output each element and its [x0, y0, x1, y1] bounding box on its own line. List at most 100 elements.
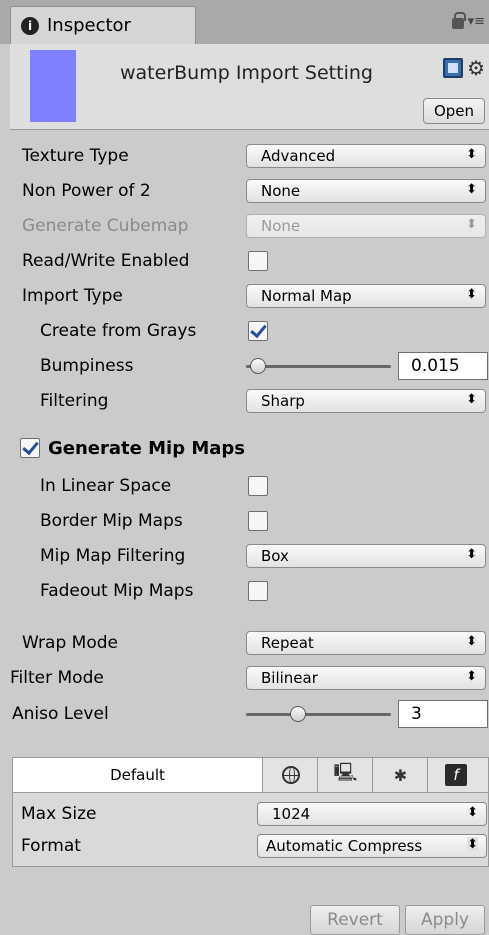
android-icon: ✱: [393, 765, 408, 785]
border-mip-maps-label: Border Mip Maps: [40, 511, 183, 531]
bumpiness-input[interactable]: 0.015: [398, 352, 488, 380]
row-filtering: Filtering Sharp ⬍: [10, 384, 489, 418]
platform-tab-bar: Default 🖳 ✱ f: [12, 757, 489, 793]
fadeout-mip-maps-label: Fadeout Mip Maps: [40, 581, 194, 601]
tab-default[interactable]: Default: [13, 758, 263, 792]
header-icons: ⚙: [443, 58, 485, 78]
max-size-dropdown[interactable]: 1024 ⬍: [257, 802, 487, 826]
wrap-mode-dropdown[interactable]: Repeat ⬍: [246, 631, 486, 655]
non-power-of-2-dropdown[interactable]: None ⬍: [246, 179, 486, 203]
create-from-grays-label: Create from Grays: [40, 321, 197, 341]
tab-controls: ▾≡: [451, 12, 485, 29]
row-read-write: Read/Write Enabled: [10, 244, 489, 278]
wrap-mode-value: Repeat: [261, 634, 314, 652]
tab-android[interactable]: ✱: [374, 758, 428, 792]
row-max-size: Max Size 1024 ⬍: [13, 797, 489, 831]
aniso-level-slider-knob[interactable]: [290, 706, 306, 722]
generate-cubemap-value: None: [261, 217, 301, 235]
inspector-tab-bar: i Inspector ▾≡: [0, 0, 489, 44]
aniso-level-slider[interactable]: [246, 713, 391, 716]
filter-mode-value: Bilinear: [261, 669, 318, 687]
asset-title: waterBump Import Setting: [120, 62, 373, 84]
row-format: Format Automatic Compress ⬍: [13, 829, 489, 863]
non-power-of-2-value: None: [261, 182, 301, 200]
row-filter-mode: Filter Mode Bilinear ⬍: [10, 661, 489, 695]
read-write-checkbox[interactable]: [248, 251, 268, 271]
dropdown-arrow-icon: ⬍: [466, 147, 477, 162]
dropdown-arrow-icon: ⬍: [466, 182, 477, 197]
import-type-value: Normal Map: [261, 287, 352, 305]
filtering-label: Filtering: [40, 391, 109, 411]
standalone-icon: 🖳: [333, 762, 358, 783]
bumpiness-label: Bumpiness: [40, 356, 134, 376]
inspector-tab[interactable]: i Inspector: [10, 6, 196, 44]
tab-standalone[interactable]: [264, 758, 318, 792]
help-book-icon[interactable]: [443, 58, 464, 78]
in-linear-space-label: In Linear Space: [40, 476, 172, 496]
filtering-dropdown[interactable]: Sharp ⬍: [246, 389, 486, 413]
texture-type-value: Advanced: [261, 147, 336, 165]
row-import-type: Import Type Normal Map ⬍: [10, 279, 489, 313]
mip-map-filtering-dropdown[interactable]: Box ⬍: [246, 544, 486, 568]
format-dropdown[interactable]: Automatic Compress ⬍: [257, 834, 487, 858]
in-linear-space-checkbox[interactable]: [248, 476, 268, 496]
lock-icon[interactable]: [451, 12, 466, 29]
fadeout-mip-maps-checkbox[interactable]: [248, 581, 268, 601]
format-value: Automatic Compress: [266, 837, 423, 855]
import-type-dropdown[interactable]: Normal Map ⬍: [246, 284, 486, 308]
filter-mode-dropdown[interactable]: Bilinear ⬍: [246, 666, 486, 690]
format-label: Format: [21, 836, 81, 856]
row-in-linear-space: In Linear Space: [10, 469, 489, 503]
revert-button[interactable]: Revert: [310, 905, 400, 935]
mip-map-filtering-label: Mip Map Filtering: [40, 546, 186, 566]
tab-flash[interactable]: f: [429, 758, 483, 792]
row-create-from-grays: Create from Grays: [10, 314, 489, 348]
row-fadeout-mip-maps: Fadeout Mip Maps: [10, 574, 489, 608]
info-icon: i: [21, 16, 39, 35]
bumpiness-slider[interactable]: [246, 365, 391, 368]
max-size-label: Max Size: [21, 804, 97, 824]
aniso-level-label: Aniso Level: [12, 704, 109, 724]
flash-icon: f: [445, 764, 467, 786]
create-from-grays-checkbox[interactable]: [248, 321, 268, 341]
wrap-mode-label: Wrap Mode: [22, 633, 118, 653]
row-generate-mip-maps: Generate Mip Maps: [10, 431, 489, 465]
row-non-power-of-2: Non Power of 2 None ⬍: [10, 174, 489, 208]
tab-title: Inspector: [47, 15, 131, 36]
gear-icon[interactable]: ⚙: [467, 58, 485, 78]
import-settings-body: Texture Type Advanced ⬍ Non Power of 2 N…: [10, 131, 489, 935]
row-generate-cubemap: Generate Cubemap None ⬍: [10, 209, 489, 243]
dropdown-arrow-icon: ⬍: [467, 837, 478, 852]
non-power-of-2-label: Non Power of 2: [22, 181, 151, 201]
border-mip-maps-checkbox[interactable]: [248, 511, 268, 531]
apply-button[interactable]: Apply: [405, 905, 485, 935]
row-aniso-level: Aniso Level 3: [10, 697, 489, 731]
dropdown-arrow-icon: ⬍: [466, 287, 477, 302]
row-wrap-mode: Wrap Mode Repeat ⬍: [10, 626, 489, 660]
generate-cubemap-label: Generate Cubemap: [22, 216, 189, 236]
row-mip-map-filtering: Mip Map Filtering Box ⬍: [10, 539, 489, 573]
generate-mip-maps-checkbox[interactable]: [20, 438, 40, 458]
platform-settings-panel: Max Size 1024 ⬍ Format Automatic Compres…: [12, 793, 489, 867]
dropdown-arrow-icon: ⬍: [466, 392, 477, 407]
row-texture-type: Texture Type Advanced ⬍: [10, 139, 489, 173]
bumpiness-slider-knob[interactable]: [250, 358, 266, 374]
asset-header: waterBump Import Setting ⚙ Open: [10, 44, 489, 130]
dropdown-arrow-icon: ⬍: [466, 217, 477, 232]
tab-menu-icon[interactable]: ▾≡: [468, 14, 485, 29]
filter-mode-label: Filter Mode: [10, 668, 104, 688]
aniso-level-input[interactable]: 3: [398, 700, 488, 728]
tab-pc[interactable]: 🖳: [319, 758, 373, 792]
dropdown-arrow-icon: ⬍: [466, 634, 477, 649]
texture-type-label: Texture Type: [22, 146, 129, 166]
dropdown-arrow-icon: ⬍: [467, 805, 478, 820]
open-button[interactable]: Open: [423, 98, 485, 124]
texture-thumbnail: [30, 50, 76, 122]
row-bumpiness: Bumpiness 0.015: [10, 349, 489, 383]
generate-mip-maps-toggle[interactable]: Generate Mip Maps: [20, 438, 245, 459]
row-border-mip-maps: Border Mip Maps: [10, 504, 489, 538]
texture-type-dropdown[interactable]: Advanced ⬍: [246, 144, 486, 168]
generate-cubemap-dropdown: None ⬍: [246, 214, 486, 238]
generate-mip-maps-label: Generate Mip Maps: [48, 437, 245, 459]
import-type-label: Import Type: [22, 286, 123, 306]
